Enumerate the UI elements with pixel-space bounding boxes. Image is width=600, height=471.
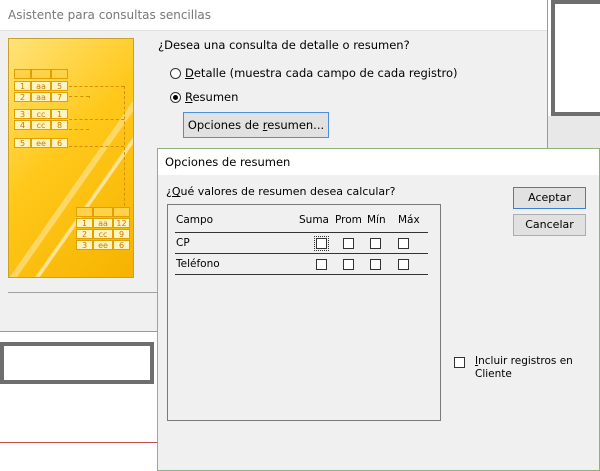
illustration-cell: ee (93, 240, 113, 250)
summary-label-rest: esumen (192, 90, 239, 104)
illustration-row: 2 cc 9 (76, 229, 130, 239)
include-records-checkbox[interactable] (454, 357, 465, 368)
cp-sum-checkbox[interactable] (314, 236, 329, 251)
detail-radio-label[interactable]: Detalle (muestra cada campo de cada regi… (185, 66, 457, 80)
illustration-cell: 6 (51, 138, 68, 148)
column-header-max: Máx (398, 214, 420, 226)
illustration-cell: 12 (113, 218, 130, 228)
cp-avg-checkbox[interactable] (343, 238, 354, 249)
background-red-line (0, 442, 160, 443)
illustration-cell: 2 (14, 92, 31, 102)
cancel-button[interactable]: Cancelar (513, 214, 586, 236)
cp-min-checkbox[interactable] (370, 238, 381, 249)
options-titlebar[interactable]: Opciones de resumen (158, 149, 599, 175)
illustration-row: 3 ee 6 (76, 240, 130, 250)
detail-or-summary-question: ¿Desea una consulta de detalle o resumen… (158, 38, 410, 52)
illustration-cell: 1 (14, 81, 31, 91)
ok-button[interactable]: Aceptar (513, 187, 586, 209)
summary-radio[interactable] (170, 92, 181, 103)
background-field-box (0, 342, 154, 384)
illustration-cell: 4 (14, 120, 31, 130)
summary-options-label-b: esumen... (267, 118, 325, 132)
row-field-label: Teléfono (176, 258, 220, 270)
illustration-cell: ee (31, 138, 51, 148)
summary-fields-panel: Campo Suma Prom Mín Máx CP Teléfono (167, 204, 441, 421)
include-records-label[interactable]: Incluir registros en Cliente (475, 355, 585, 381)
row-divider (175, 253, 428, 254)
row-divider (175, 274, 428, 275)
illustration-cell: 3 (76, 240, 93, 250)
telefono-min-checkbox[interactable] (370, 259, 381, 270)
column-header-min: Mín (367, 214, 386, 226)
cp-max-checkbox[interactable] (398, 238, 409, 249)
summary-options-label-a: Opciones de (187, 118, 263, 132)
illustration-cell: 3 (14, 109, 31, 119)
row-field-label: CP (176, 237, 190, 249)
illustration-header-top (14, 69, 68, 79)
illustration-row: 4 cc 8 (14, 120, 68, 130)
illustration-cell: 7 (51, 92, 68, 102)
illustration-row: 5 ee 6 (14, 138, 68, 148)
illustration-cell: aa (31, 81, 51, 91)
illustration-cell: 1 (76, 218, 93, 228)
summary-options-dialog: Opciones de resumen ¿Qué valores de resu… (157, 148, 600, 471)
illustration-header-bottom (76, 207, 130, 217)
telefono-avg-checkbox[interactable] (343, 259, 354, 270)
summary-options-button[interactable]: Opciones de resumen... (183, 112, 329, 138)
illustration-cell: 5 (14, 138, 31, 148)
illustration-cell: 6 (113, 240, 130, 250)
illustration-cell: 9 (113, 229, 130, 239)
background-panel (548, 116, 600, 150)
wizard-titlebar[interactable]: Asistente para consultas sencillas (0, 0, 547, 31)
illustration-cell: aa (93, 218, 113, 228)
illustration-cell: 5 (51, 81, 68, 91)
wizard-title: Asistente para consultas sencillas (8, 8, 212, 22)
illustration-cell: 8 (51, 120, 68, 130)
column-header-field: Campo (176, 214, 214, 226)
column-header-sum: Suma (299, 214, 329, 226)
illustration-cell: 1 (51, 109, 68, 119)
wizard-illustration: 1 aa 5 2 aa 7 3 cc 1 4 cc 8 5 ee 6 1 aa 12 2 cc 9 3 ee 6 (8, 38, 134, 278)
illustration-cell: cc (31, 109, 51, 119)
illustration-row: 1 aa 12 (76, 218, 130, 228)
illustration-row: 2 aa 7 (14, 92, 68, 102)
options-question: ¿Qué valores de resumen desea calcular? (166, 185, 396, 198)
telefono-max-checkbox[interactable] (398, 259, 409, 270)
detail-radio[interactable] (170, 68, 181, 79)
illustration-row: 1 aa 5 (14, 81, 68, 91)
detail-label-rest: etalle (muestra cada campo de cada regis… (193, 66, 458, 80)
illustration-cell: cc (31, 120, 51, 130)
illustration-row: 3 cc 1 (14, 109, 68, 119)
summary-radio-label[interactable]: Resumen (185, 90, 238, 104)
telefono-sum-checkbox[interactable] (316, 259, 327, 270)
illustration-cell: cc (93, 229, 113, 239)
background-window-frame (551, 0, 600, 116)
header-divider (175, 232, 428, 233)
column-header-avg: Prom (335, 214, 362, 226)
options-title: Opciones de resumen (165, 155, 291, 169)
illustration-cell: 2 (76, 229, 93, 239)
illustration-cell: aa (31, 92, 51, 102)
